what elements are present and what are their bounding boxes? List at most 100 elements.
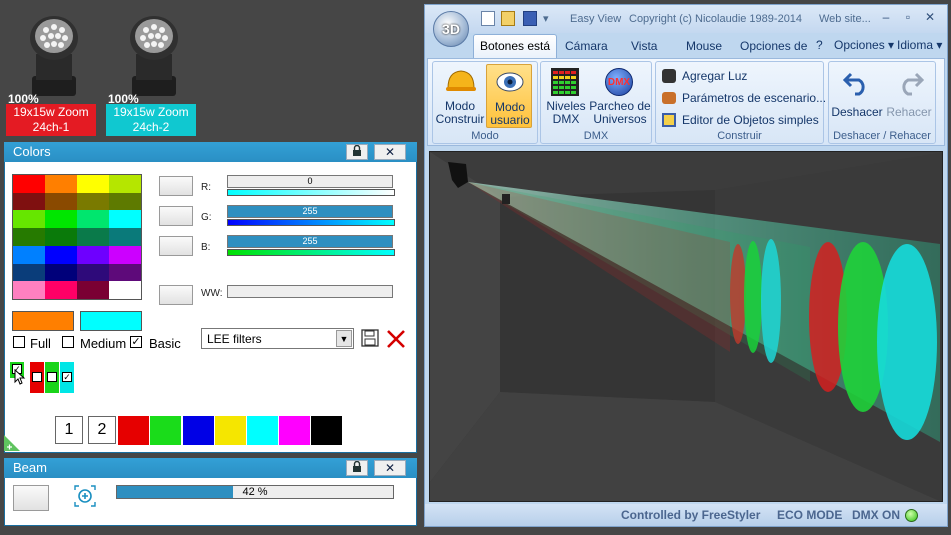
parametros-escenario-button[interactable]: Parámetros de escenario...	[662, 90, 826, 108]
mini-swatch-green-2[interactable]	[45, 362, 59, 393]
preset-button-1[interactable]: 1	[55, 416, 83, 444]
palette-swatch[interactable]	[77, 175, 109, 193]
palette-swatch[interactable]	[77, 281, 109, 299]
red-value-field[interactable]: 0	[227, 175, 393, 188]
open-folder-icon[interactable]	[501, 11, 515, 26]
3d-viewport[interactable]	[429, 151, 943, 502]
palette-swatch[interactable]	[13, 245, 45, 264]
red-channel-button[interactable]	[159, 176, 193, 196]
beam-close-button[interactable]: ✕	[374, 460, 406, 476]
qat-dropdown-icon[interactable]: ▾	[543, 12, 549, 25]
palette-swatch[interactable]	[13, 263, 45, 282]
tab-opciones-de[interactable]: Opciones de	[740, 39, 807, 53]
preset-button-2[interactable]: 2	[88, 416, 116, 444]
mini-swatch-cyan[interactable]: ✓	[60, 362, 74, 393]
editor-objetos-button[interactable]: Editor de Objetos simples	[662, 112, 822, 130]
green-value-field[interactable]: 255	[227, 205, 393, 218]
basic-checkbox[interactable]: ✓	[130, 336, 142, 348]
blue-channel-button[interactable]	[159, 236, 193, 256]
fixture-2[interactable]: 100% 19x15w Zoom 24ch-2	[106, 10, 198, 136]
palette-swatch[interactable]	[77, 210, 109, 229]
tab-mouse[interactable]: Mouse	[686, 39, 722, 53]
beam-pin-button[interactable]	[346, 460, 368, 476]
undo-button[interactable]: Deshacer	[831, 64, 883, 128]
quick-color-yellow[interactable]	[215, 416, 246, 445]
blue-value-field[interactable]: 255	[227, 235, 393, 248]
redo-button[interactable]: Rehacer	[884, 64, 934, 128]
parcheo-universos-button[interactable]: DMX Parcheo de Universos	[589, 64, 651, 128]
tab-camara[interactable]: Cámara	[565, 39, 608, 53]
quick-color-blue[interactable]	[183, 416, 214, 445]
website-link[interactable]: Web site...	[819, 13, 871, 25]
save-icon[interactable]	[523, 11, 537, 26]
quick-color-black[interactable]	[311, 416, 342, 445]
palette-swatch[interactable]	[109, 192, 141, 211]
palette-swatch[interactable]	[13, 281, 45, 299]
status-dmx[interactable]: DMX ON	[852, 508, 900, 522]
palette-swatch[interactable]	[109, 210, 141, 229]
full-checkbox[interactable]	[13, 336, 25, 348]
zoom-icon[interactable]	[74, 485, 96, 507]
save-icon[interactable]	[361, 329, 379, 347]
beam-button[interactable]	[13, 485, 49, 511]
palette-swatch[interactable]	[45, 263, 77, 282]
quick-color-magenta[interactable]	[279, 416, 310, 445]
green-gradient-bar[interactable]	[227, 219, 395, 226]
palette-swatch[interactable]	[77, 263, 109, 282]
palette-swatch[interactable]	[109, 263, 141, 282]
quick-color-cyan[interactable]	[247, 416, 278, 445]
quick-color-green[interactable]	[150, 416, 181, 445]
quick-color-red[interactable]	[118, 416, 149, 445]
red-gradient-bar[interactable]	[227, 189, 395, 196]
modo-usuario-button[interactable]: Modo usuario	[486, 64, 532, 128]
fixture-1[interactable]: 100% 19x15w Zoom 24ch-1	[6, 10, 98, 136]
modo-construir-button[interactable]: Modo Construir	[435, 64, 485, 128]
ww-value-field[interactable]	[227, 285, 393, 298]
palette-swatch[interactable]	[45, 192, 77, 211]
palette-swatch[interactable]	[109, 281, 141, 299]
palette-swatch[interactable]	[45, 175, 77, 193]
status-eco-mode[interactable]: ECO MODE	[777, 508, 842, 522]
tab-botones[interactable]: Botones está	[473, 34, 558, 59]
medium-checkbox[interactable]	[62, 336, 74, 348]
filter-select[interactable]: LEE filters ▼	[201, 328, 354, 349]
palette-swatch[interactable]	[45, 245, 77, 264]
close-button[interactable]: ✕	[374, 144, 406, 160]
idioma-menu[interactable]: Idioma ▾	[897, 38, 942, 52]
palette-swatch[interactable]	[13, 192, 45, 211]
new-file-icon[interactable]	[481, 11, 495, 26]
palette-swatch[interactable]	[77, 245, 109, 264]
niveles-dmx-button[interactable]: Niveles DMX	[543, 64, 587, 128]
blue-gradient-bar[interactable]	[227, 249, 395, 256]
palette-swatch[interactable]	[77, 192, 109, 211]
agregar-luz-button[interactable]: Agregar Luz	[662, 68, 822, 86]
palette-swatch[interactable]	[45, 228, 77, 246]
white-channel-button[interactable]	[159, 285, 193, 305]
close-button[interactable]: ✕	[923, 11, 937, 25]
pin-button[interactable]	[346, 144, 368, 160]
palette-swatch[interactable]	[13, 228, 45, 246]
title-bar[interactable]: 3D ▾ Easy View Copyright (c) Nicolaudie …	[425, 5, 947, 47]
green-channel-button[interactable]	[159, 206, 193, 226]
full-label: Full	[30, 336, 51, 351]
palette-swatch[interactable]	[45, 210, 77, 229]
palette-swatch[interactable]	[13, 175, 45, 193]
group-deshacer-label: Deshacer / Rehacer	[833, 130, 931, 142]
palette-swatch[interactable]	[77, 228, 109, 246]
maximize-button[interactable]: ▫	[901, 11, 915, 25]
palette-swatch[interactable]	[109, 228, 141, 246]
minimize-button[interactable]: –	[879, 11, 893, 25]
app-logo-button[interactable]: 3D	[433, 11, 469, 47]
palette-swatch[interactable]	[45, 281, 77, 299]
delete-icon[interactable]	[386, 329, 406, 349]
beam-slider[interactable]: 42 %	[116, 485, 394, 499]
palette-swatch[interactable]	[13, 210, 45, 229]
opciones-menu[interactable]: Opciones ▾	[834, 38, 894, 52]
palette-swatch[interactable]	[109, 175, 141, 193]
help-menu[interactable]: ?	[816, 38, 823, 52]
mini-swatch-red[interactable]	[30, 362, 44, 393]
tab-vista[interactable]: Vista	[631, 39, 657, 53]
resize-grip-icon[interactable]	[4, 433, 22, 451]
palette-swatch[interactable]	[109, 245, 141, 264]
color-palette-grid[interactable]	[12, 174, 142, 300]
